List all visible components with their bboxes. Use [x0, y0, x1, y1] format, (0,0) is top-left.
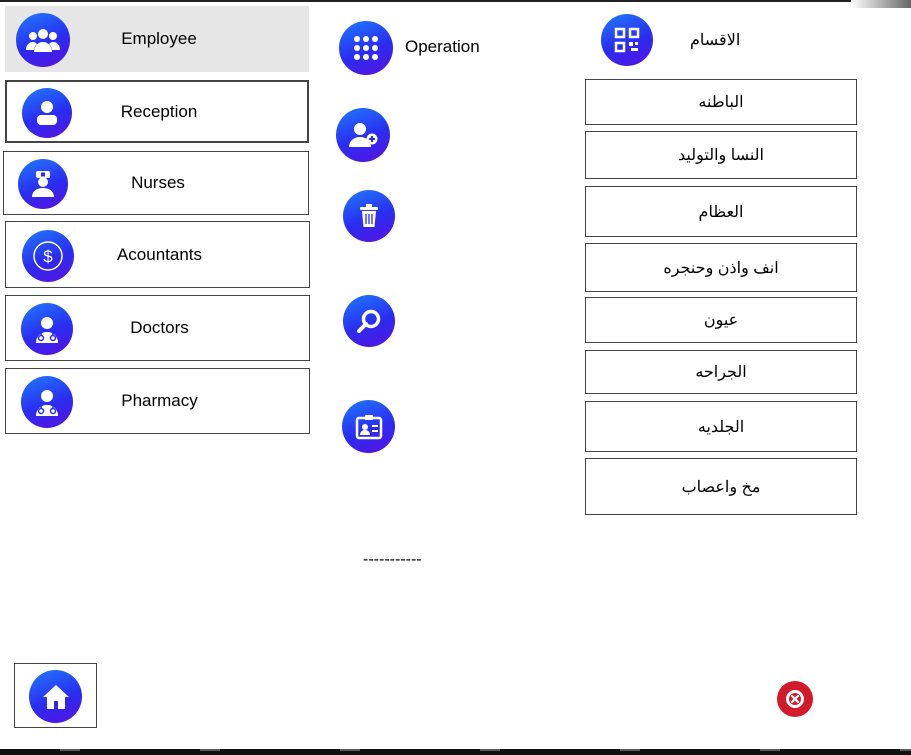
department-item[interactable]: الجلديه	[585, 401, 857, 452]
department-item[interactable]: مخ واعصاب	[585, 458, 857, 515]
sidebar-item-label: Employee	[121, 29, 197, 48]
id-card-button[interactable]	[342, 400, 395, 453]
search-button[interactable]	[343, 295, 395, 347]
department-item[interactable]: انف واذن وحنجره	[585, 243, 857, 292]
id-card-icon	[355, 414, 382, 439]
add-user-icon	[349, 123, 378, 147]
search-icon	[357, 309, 381, 333]
grid-icon	[354, 36, 378, 60]
add-user-button[interactable]	[336, 108, 390, 162]
sidebar-item-label: Doctors	[130, 318, 189, 337]
trash-icon	[360, 204, 378, 227]
department-item[interactable]: عيون	[585, 297, 857, 343]
department-item[interactable]: النسا والتوليد	[585, 131, 857, 179]
bottom-border	[0, 749, 911, 755]
sidebar-item-label: Nurses	[131, 173, 185, 192]
department-item[interactable]: العظام	[585, 186, 857, 237]
sidebar-item-label: Reception	[120, 101, 198, 121]
sidebar-item-label: Pharmacy	[121, 391, 198, 410]
sidebar-item-nurses[interactable]: Nurses	[3, 151, 309, 215]
qr-code-icon	[601, 14, 653, 66]
close-icon	[786, 690, 804, 708]
sidebar-item-employee[interactable]: Employee	[5, 6, 309, 72]
delete-button[interactable]	[343, 190, 395, 242]
separator-text: -----------	[363, 551, 422, 568]
departments-title: الاقسام	[690, 32, 741, 49]
home-icon	[29, 670, 82, 723]
operation-label[interactable]: Operation	[405, 37, 480, 57]
home-button[interactable]	[14, 663, 97, 728]
top-right-decoration	[851, 0, 911, 8]
top-border	[0, 0, 911, 2]
sidebar-item-pharmacy[interactable]: Pharmacy	[5, 368, 310, 434]
sidebar-item-reception[interactable]: Reception	[5, 80, 309, 143]
department-item[interactable]: الجراحه	[585, 350, 857, 394]
operation-grid-button[interactable]	[339, 21, 393, 75]
sidebar-item-acountants[interactable]: $ Acountants	[5, 221, 310, 288]
close-button[interactable]	[777, 681, 813, 717]
department-item[interactable]: الباطنه	[585, 79, 857, 125]
sidebar-item-label: Acountants	[116, 244, 203, 264]
sidebar-item-doctors[interactable]: Doctors	[5, 295, 310, 361]
